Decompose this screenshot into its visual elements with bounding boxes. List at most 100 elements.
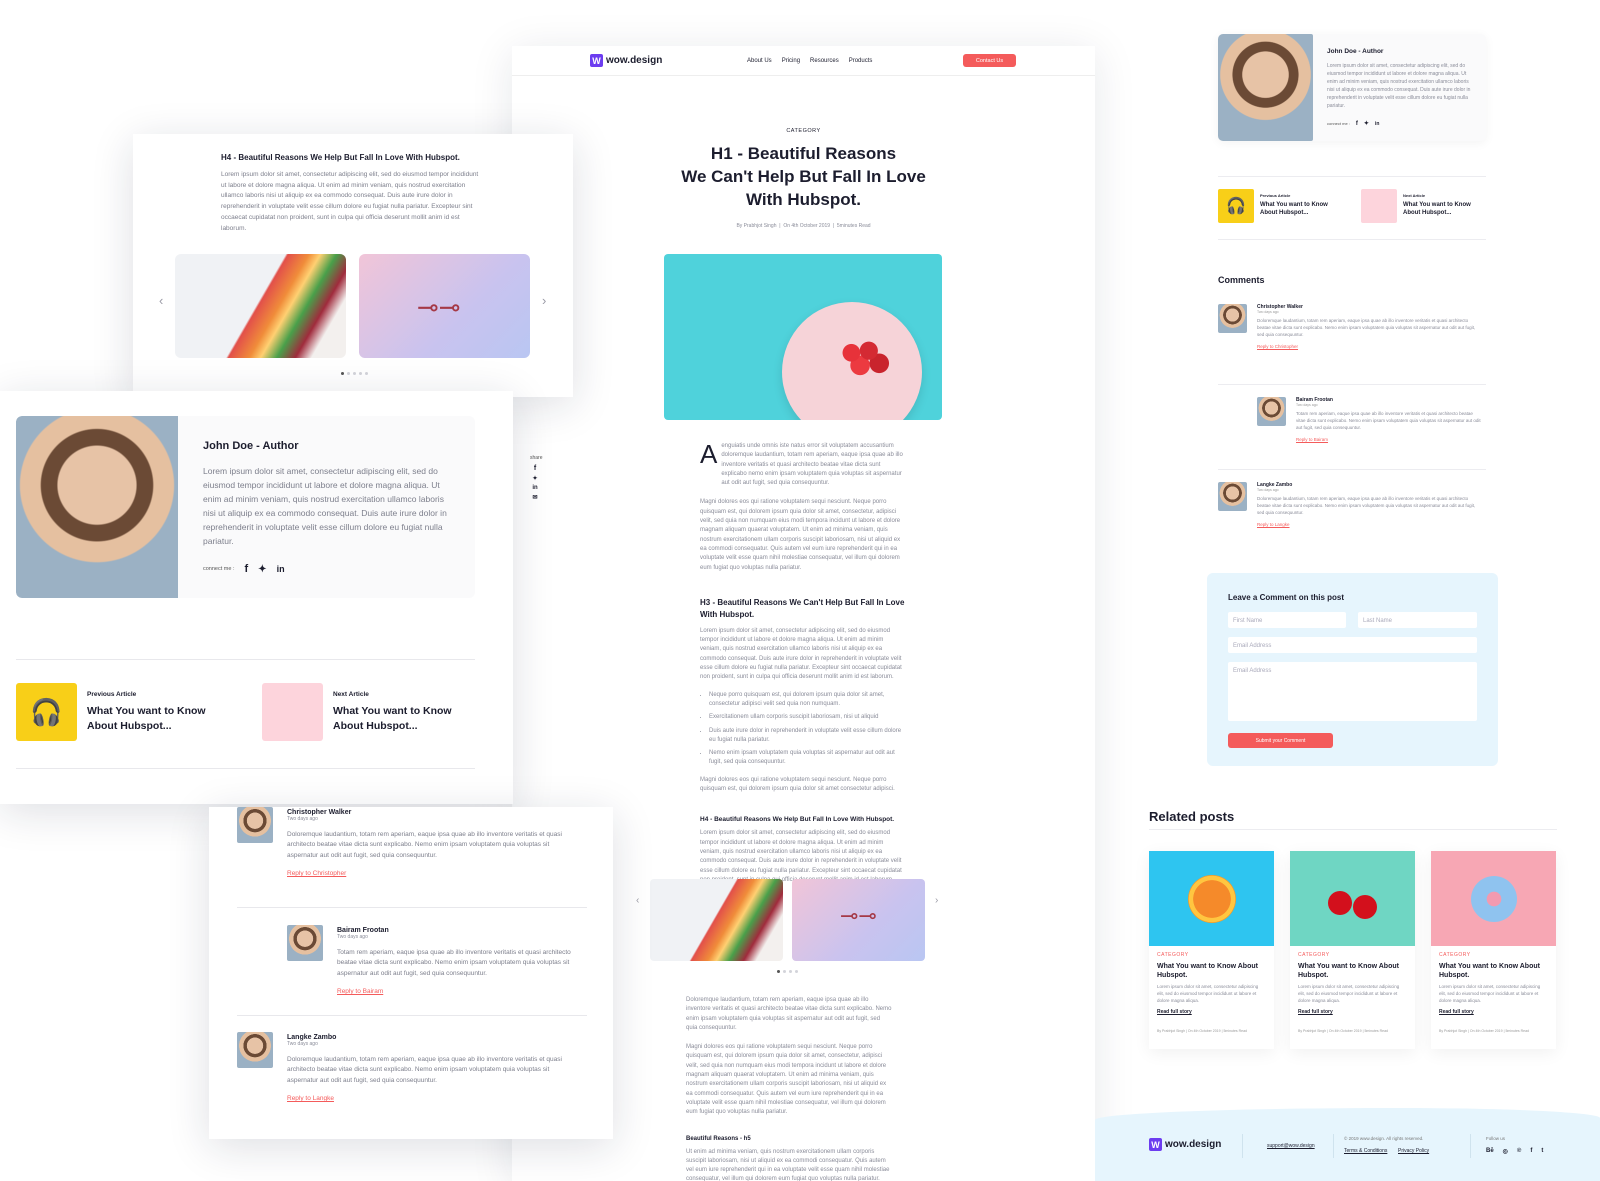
related-meta: By Prabhjot Singh | On 4th October 2019 … (1298, 1029, 1388, 1034)
divider (237, 1015, 587, 1016)
intro-paragraph: enguiatis unde omnis iste natus error si… (721, 443, 903, 487)
terms-link[interactable]: Terms & Conditions (1344, 1148, 1387, 1154)
main-nav: About Us Pricing Resources Products (747, 58, 872, 64)
next-article-link[interactable]: Next Article What You want to Know About… (262, 683, 473, 741)
twitter-icon[interactable]: ✦ (530, 475, 540, 482)
dribbble-icon[interactable]: ◎ (1503, 1148, 1508, 1155)
reply-link[interactable]: Reply to Christopher (1257, 344, 1479, 349)
author-social: connect me : f ✦ in (203, 563, 285, 575)
logo-icon: W (590, 54, 603, 67)
reply-link[interactable]: Reply to Christopher (287, 870, 572, 877)
submit-comment-button[interactable]: Submit your Comment (1228, 733, 1333, 748)
last-name-field[interactable]: Last Name (1358, 612, 1477, 628)
commenter-name: Bairam Frootan (337, 927, 389, 934)
avatar (237, 1032, 273, 1068)
mail-icon[interactable]: ✉ (530, 494, 540, 501)
gallery-prev-arrow[interactable]: ‹ (159, 293, 163, 308)
site-footer: W wow.design support@wow.design © 2019 w… (1095, 1108, 1600, 1181)
related-card[interactable]: CATEGORY What You want to Know About Hub… (1431, 851, 1556, 1049)
comment-time: Two days ago (337, 934, 368, 940)
author-name: John Doe - Author (1327, 48, 1384, 55)
twitter-icon[interactable]: ✦ (1364, 120, 1369, 127)
related-card[interactable]: CATEGORY What You want to Know About Hub… (1290, 851, 1415, 1049)
gallery-image-fruit[interactable] (175, 254, 346, 358)
pinterest-icon[interactable]: ℗ (1517, 1148, 1521, 1155)
gallery-dots (341, 372, 368, 375)
facebook-icon[interactable]: f (1356, 121, 1358, 127)
paragraph: Doloremque laudantium, totam rem aperiam… (686, 997, 892, 1031)
read-more-link[interactable]: Read full story (1439, 1009, 1548, 1015)
copyright: © 2019 www.design. All rights reserved. (1344, 1136, 1424, 1141)
privacy-link[interactable]: Privacy Policy (1398, 1148, 1429, 1154)
nav-products[interactable]: Products (849, 58, 873, 64)
linkedin-icon[interactable]: in (530, 485, 540, 491)
share-bar: share f ✦ in ✉ (530, 455, 543, 501)
reply-link[interactable]: Reply to Bairam (1296, 437, 1481, 442)
gallery-next-arrow[interactable]: › (935, 895, 938, 906)
next-article-link[interactable]: Next Article What You want to Know About… (1361, 189, 1483, 223)
first-name-field[interactable]: First Name (1228, 612, 1346, 628)
behance-icon[interactable]: Bē (1486, 1148, 1494, 1155)
prev-article-link[interactable]: 🎧 Previous Article What You want to Know… (16, 683, 227, 741)
gallery-next-arrow[interactable]: › (542, 293, 546, 308)
related-category: CATEGORY (1157, 952, 1189, 958)
bicycle-icon: ⊸⊸ (840, 903, 877, 928)
pink-thumb (1361, 189, 1397, 223)
footer-divider (1470, 1134, 1471, 1158)
divider (1218, 239, 1486, 240)
comment-form: Leave a Comment on this post First Name … (1207, 573, 1498, 766)
facebook-icon[interactable]: f (245, 563, 249, 575)
footer-logo[interactable]: W wow.design (1149, 1138, 1221, 1151)
linkedin-icon[interactable]: in (277, 564, 285, 574)
cherry-graphic (1353, 895, 1377, 919)
pink-thumb (262, 683, 323, 741)
divider (237, 907, 587, 908)
nav-resources[interactable]: Resources (810, 58, 839, 64)
reply-link[interactable]: Reply to Langke (287, 1095, 572, 1102)
read-more-link[interactable]: Read full story (1157, 1009, 1266, 1015)
next-label: Next Article (333, 691, 369, 698)
read-more-link[interactable]: Read full story (1298, 1009, 1407, 1015)
comment-text: Doloremque laudantium, totam rem aperiam… (287, 830, 562, 860)
linkedin-icon[interactable]: in (1375, 121, 1379, 127)
support-email-link[interactable]: support@wow.design (1267, 1143, 1315, 1149)
hero-image (664, 254, 942, 420)
related-heading: Related posts (1149, 809, 1235, 824)
reply-link[interactable]: Reply to Bairam (337, 988, 577, 995)
post-category: CATEGORY (786, 128, 821, 134)
gallery-image-bike[interactable]: ⊸⊸ (792, 879, 925, 961)
twitter-icon[interactable]: t (1541, 1148, 1543, 1155)
site-header: W wow.design About Us Pricing Resources … (512, 46, 1095, 76)
prev-article-link[interactable]: 🎧 Previous Article What You want to Know… (1218, 189, 1340, 223)
avatar (237, 807, 273, 843)
gallery-prev-arrow[interactable]: ‹ (636, 895, 639, 906)
reply-link[interactable]: Reply to Langke (1257, 522, 1479, 527)
divider (16, 659, 475, 660)
list-item: Exercitationem ullam corporis suscipit l… (709, 713, 906, 722)
divider (1218, 469, 1486, 470)
orange-graphic (1187, 874, 1236, 923)
message-field[interactable]: Email Address (1228, 662, 1477, 721)
logo[interactable]: W wow.design (590, 54, 662, 67)
form-title: Leave a Comment on this post (1228, 593, 1345, 602)
author-photo (1218, 34, 1313, 141)
contact-button[interactable]: Contact Us (963, 54, 1016, 67)
article-body: A enguiatis unde omnis iste natus error … (700, 439, 906, 885)
twitter-icon[interactable]: ✦ (258, 564, 266, 575)
nav-about[interactable]: About Us (747, 58, 772, 64)
drop-cap: A (700, 439, 718, 469)
paragraph: Ut enim ad minima veniam, quis nostrum e… (686, 1148, 890, 1181)
gallery-image-fruit[interactable] (650, 879, 783, 961)
facebook-icon[interactable]: f (1530, 1148, 1532, 1155)
gallery-image-bike[interactable]: ⊸⊸ (359, 254, 530, 358)
related-excerpt: Lorem ipsum dolor sit amet, consectetur … (1157, 984, 1259, 1004)
related-title: What You want to Know About Hubspot. (1157, 963, 1258, 980)
nav-pricing[interactable]: Pricing (782, 58, 800, 64)
facebook-icon[interactable]: f (530, 465, 540, 472)
footer-divider (1242, 1134, 1243, 1158)
author-photo (16, 416, 178, 598)
prev-label: Previous Article (87, 691, 137, 698)
paragraph: Magni dolores eos qui ratione voluptatem… (700, 499, 901, 571)
email-field[interactable]: Email Address (1228, 637, 1477, 653)
related-card[interactable]: CATEGORY What You want to Know About Hub… (1149, 851, 1274, 1049)
